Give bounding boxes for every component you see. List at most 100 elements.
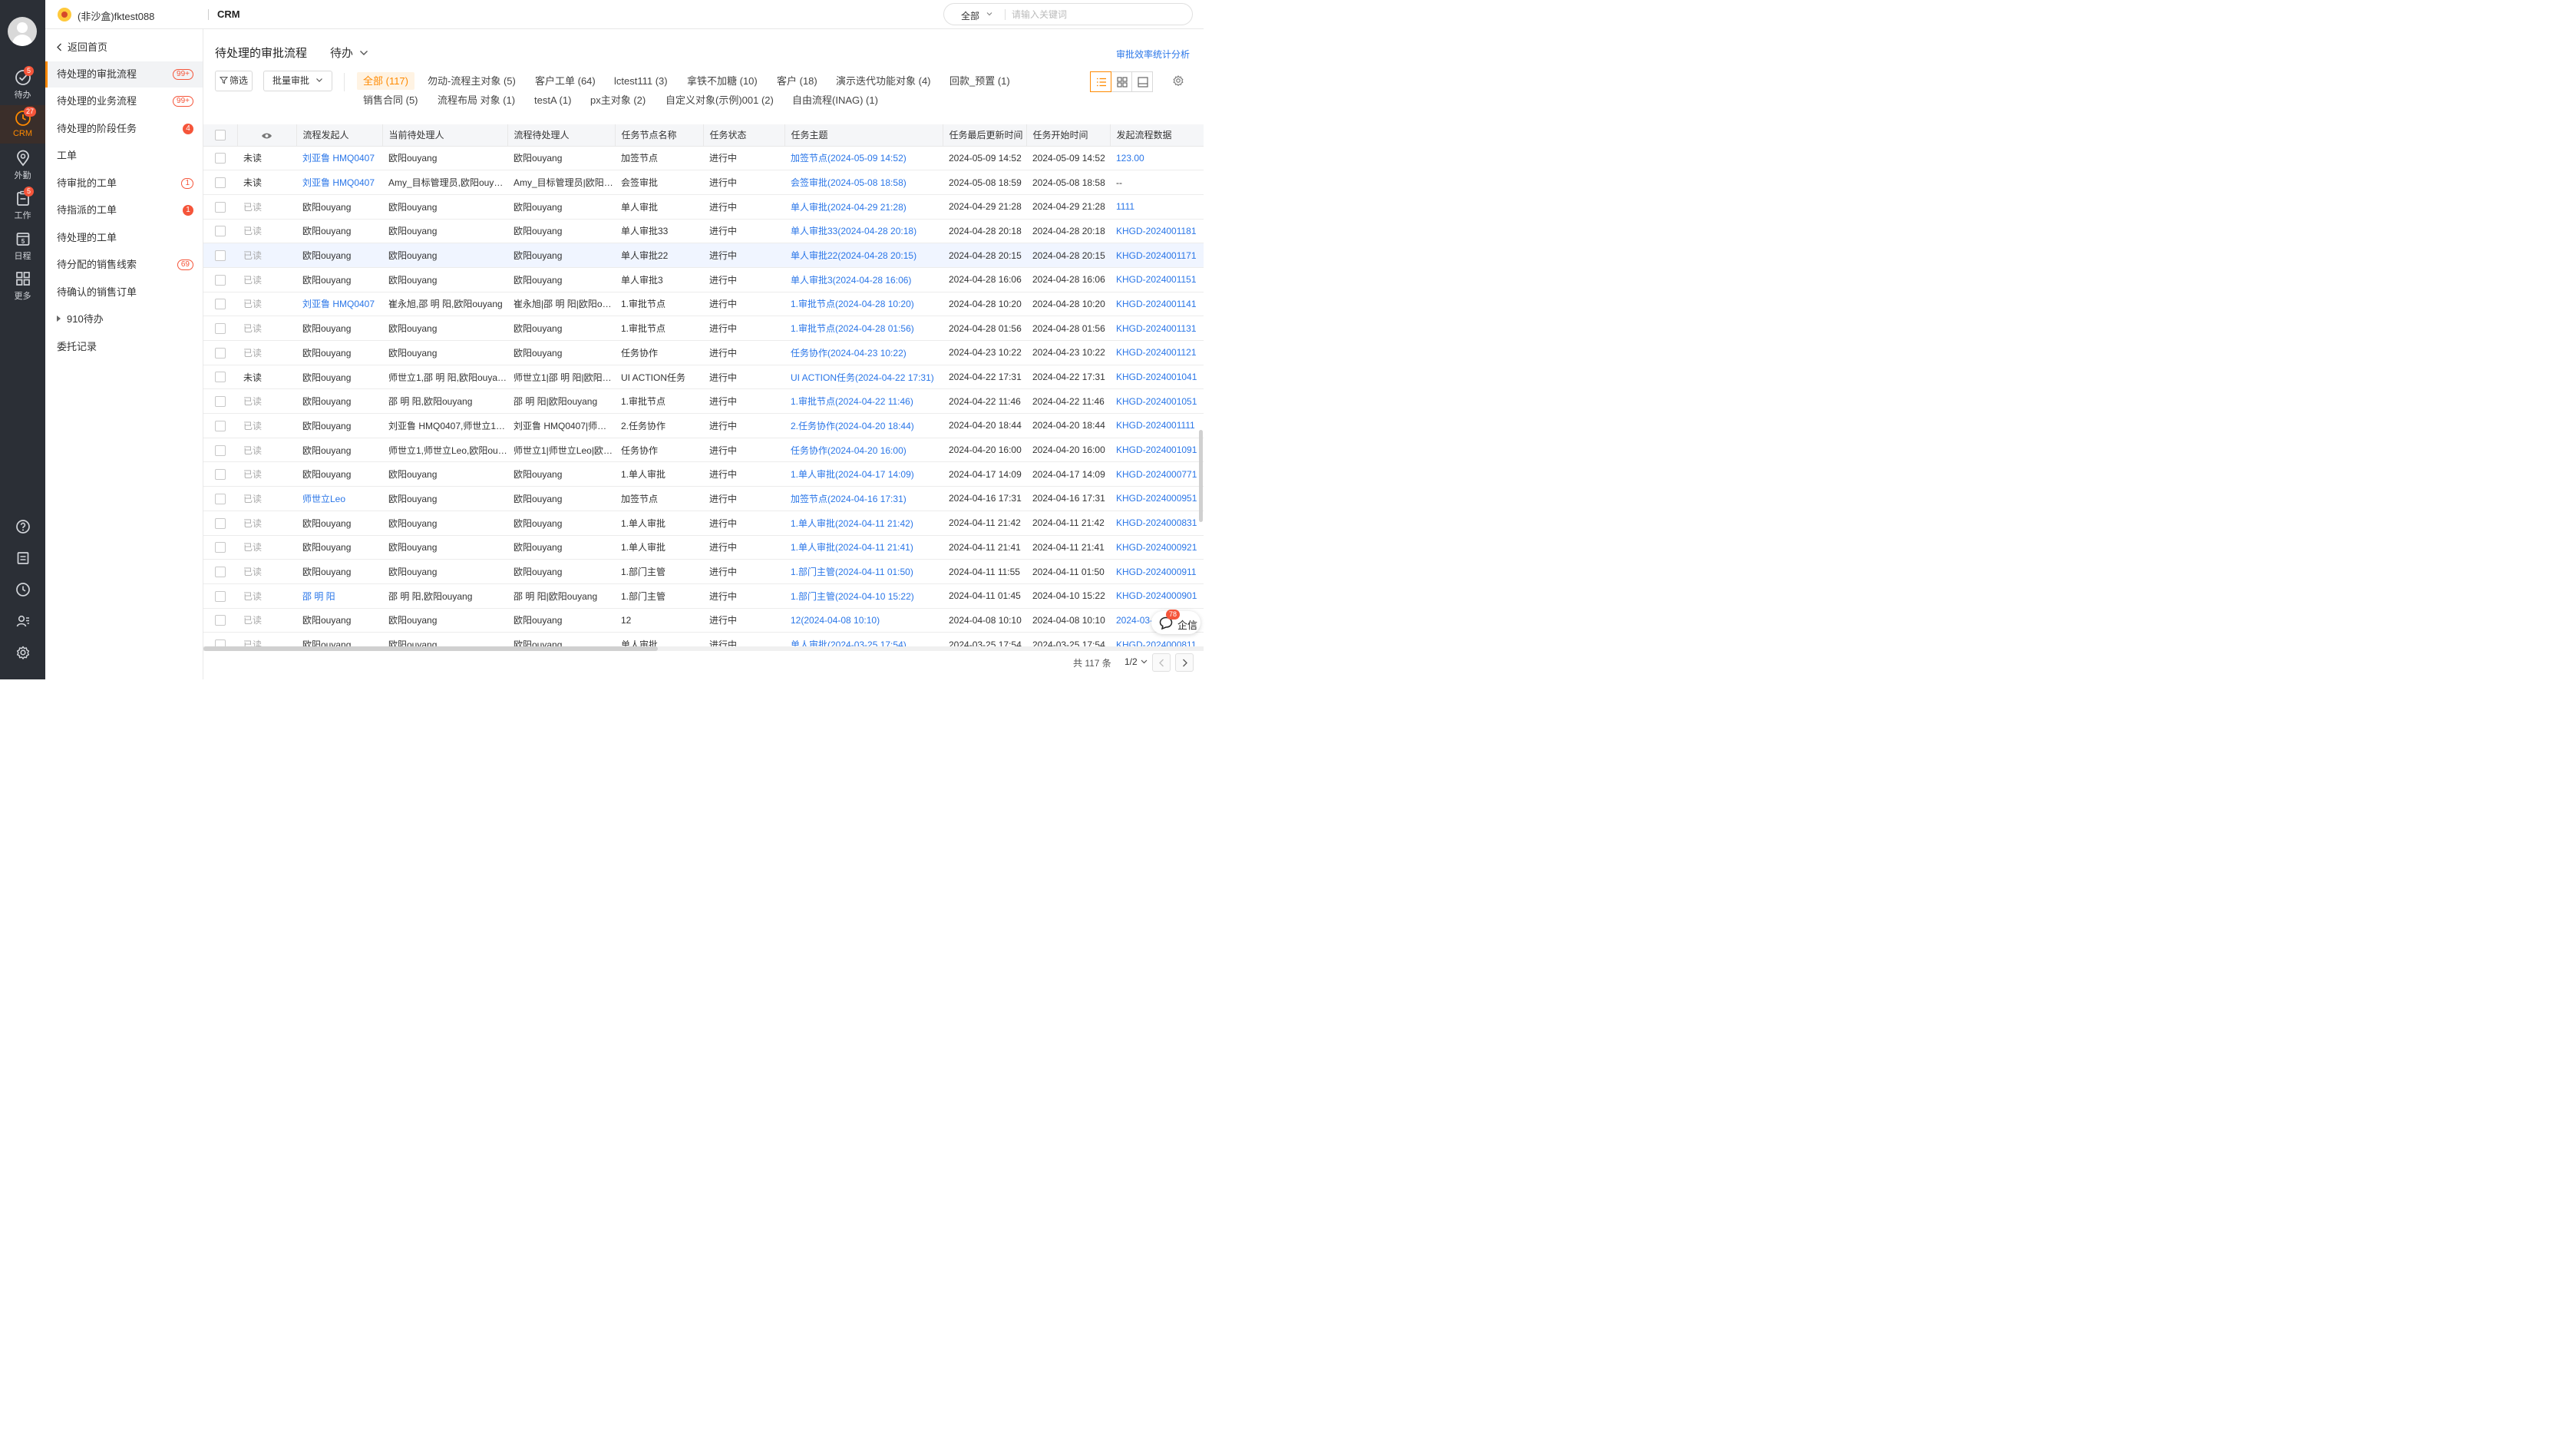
cell-flow-data[interactable]: KHGD-2024001121 (1110, 340, 1204, 365)
table-row[interactable]: 已读 欧阳ouyang 欧阳ouyang 欧阳ouyang 单人审批3 进行中 单人审批3(… (203, 267, 1204, 292)
cell-flow-data[interactable]: KHGD-2024000831 (1110, 511, 1204, 536)
sidebar-item-work-orders[interactable]: 工单 (45, 143, 203, 169)
search-scope-select[interactable]: 全部 (961, 9, 979, 22)
row-checkbox[interactable] (203, 461, 237, 487)
split-view-button[interactable] (1131, 71, 1153, 92)
help-icon[interactable] (0, 519, 45, 537)
history-icon[interactable] (0, 582, 45, 600)
table-row[interactable]: 已读 欧阳ouyang 邵 明 阳,欧阳ouyang 邵 明 阳|欧阳ouyang 1.… (203, 388, 1204, 415)
table-row[interactable]: 已读 欧阳ouyang 欧阳ouyang 欧阳ouyang 单人审批 进行中 单人审批(20… (203, 194, 1204, 220)
next-page-button[interactable] (1175, 653, 1194, 672)
category-tab[interactable]: 自定义对象(示例)001 (2) (659, 91, 780, 109)
column-header[interactable]: 发起流程数据 (1110, 124, 1204, 147)
row-checkbox[interactable] (203, 559, 237, 584)
search-input[interactable] (1012, 8, 1184, 21)
table-row[interactable]: 已读 欧阳ouyang 欧阳ouyang 欧阳ouyang 单人审批22 进行中 单人审批2… (203, 243, 1204, 268)
row-checkbox[interactable] (203, 219, 237, 244)
cell-task-subject[interactable]: 1.审批节点(2024-04-28 01:56) (784, 316, 943, 341)
category-tab[interactable]: 销售合同 (5) (357, 91, 424, 109)
cell-flow-data[interactable]: KHGD-2024000911 (1110, 559, 1204, 584)
cell-initiator[interactable]: 邵 明 阳 (296, 583, 382, 609)
category-tab[interactable]: 自由流程(INAG) (1) (786, 91, 884, 109)
vertical-scrollbar[interactable] (1199, 146, 1203, 645)
rail-item-more[interactable]: 更多 (0, 266, 45, 304)
category-tab[interactable]: px主对象 (2) (584, 91, 652, 109)
sidebar-item-910-todo[interactable]: 910待办 (45, 306, 203, 332)
column-header[interactable]: 任务节点名称 (615, 124, 704, 147)
table-row[interactable]: 未读 欧阳ouyang 师世立1,邵 明 阳,欧阳ouyang 师世立1|邵 明 阳|… (203, 365, 1204, 390)
column-header[interactable]: 任务主题 (784, 124, 943, 147)
category-tab[interactable]: 客户工单 (64) (529, 72, 602, 90)
table-row[interactable]: 已读 刘亚鲁 HMQ0407 崔永旭,邵 明 阳,欧阳ouyang 崔永旭|邵 明 阳… (203, 292, 1204, 317)
cell-flow-data[interactable]: KHGD-2024000771 (1110, 461, 1204, 487)
enterprise-chat-button[interactable]: 78 企信 (1151, 610, 1200, 634)
table-row[interactable]: 已读 欧阳ouyang 师世立1,师世立Leo,欧阳ouyang 师世立1|师世立Le… (203, 438, 1204, 463)
row-checkbox[interactable] (203, 608, 237, 633)
contacts-icon[interactable] (0, 613, 45, 631)
cell-flow-data[interactable]: KHGD-2024000921 (1110, 535, 1204, 560)
back-home-link[interactable]: 返回首页 (56, 39, 107, 54)
category-tab[interactable]: 客户 (18) (771, 72, 824, 90)
table-row[interactable]: 已读邵 明 阳邵 明 阳,欧阳ouyang 邵 明 阳|欧阳ouyang 1.部门主… (203, 583, 1204, 609)
cell-task-subject[interactable]: 单人审批(2024-04-29 21:28) (784, 194, 943, 220)
table-row[interactable]: 已读 欧阳ouyang 欧阳ouyang 欧阳ouyang 单人审批 进行中 单人审批(20… (203, 632, 1204, 646)
settings-icon[interactable] (0, 645, 45, 663)
row-checkbox[interactable] (203, 267, 237, 292)
category-tab[interactable]: testA (1) (528, 91, 577, 109)
cell-flow-data[interactable]: KHGD-2024001171 (1110, 243, 1204, 268)
category-tab[interactable]: lctest111 (3) (608, 72, 674, 90)
table-row[interactable]: 已读 欧阳ouyang 欧阳ouyang 欧阳ouyang 1.审批节点 进行中 1.审批节… (203, 316, 1204, 341)
cell-task-subject[interactable]: 单人审批33(2024-04-28 20:18) (784, 219, 943, 244)
sidebar-item-orders-to-confirm[interactable]: 待确认的销售订单 (45, 279, 203, 306)
caret-right-icon[interactable] (57, 316, 61, 322)
row-checkbox[interactable] (203, 243, 237, 268)
cell-task-subject[interactable]: 单人审批22(2024-04-28 20:15) (784, 243, 943, 268)
table-row[interactable]: 已读 欧阳ouyang 欧阳ouyang 欧阳ouyang 1.部门主管 进行中 1.部门主… (203, 559, 1204, 584)
cell-task-subject[interactable]: 任务协作(2024-04-20 16:00) (784, 438, 943, 463)
row-checkbox[interactable] (203, 486, 237, 511)
sidebar-item-stage-tasks[interactable]: 待处理的阶段任务 4 (45, 116, 203, 142)
tenant-name[interactable]: (非沙盒)fktest088 (78, 8, 154, 23)
cell-task-subject[interactable]: UI ACTION任务(2024-04-22 17:31) (784, 365, 943, 390)
row-checkbox[interactable] (203, 292, 237, 317)
row-checkbox[interactable] (203, 146, 237, 171)
cell-task-subject[interactable]: 单人审批3(2024-04-28 16:06) (784, 267, 943, 292)
cell-task-subject[interactable]: 1.审批节点(2024-04-28 10:20) (784, 292, 943, 317)
efficiency-stats-link[interactable]: 审批效率统计分析 (1116, 48, 1190, 61)
table-row[interactable]: 已读 欧阳ouyang 欧阳ouyang 欧阳ouyang 12 进行中 12(2024-0… (203, 608, 1204, 633)
cell-flow-data[interactable]: KHGD-2024001151 (1110, 267, 1204, 292)
cell-task-subject[interactable]: 1.单人审批(2024-04-11 21:41) (784, 535, 943, 560)
cell-task-subject[interactable]: 2.任务协作(2024-04-20 18:44) (784, 413, 943, 438)
cell-flow-data[interactable]: KHGD-2024000951 (1110, 486, 1204, 511)
cell-initiator[interactable]: 师世立Leo (296, 486, 382, 511)
column-header[interactable]: 任务开始时间 (1026, 124, 1111, 147)
table-row[interactable]: 已读 欧阳ouyang 欧阳ouyang 欧阳ouyang 1.单人审批 进行中 1.单人审… (203, 461, 1204, 487)
batch-approve-button[interactable]: 批量审批 (263, 71, 332, 91)
category-tab[interactable]: 勿动-流程主对象 (5) (421, 72, 522, 90)
column-header[interactable]: 流程发起人 (296, 124, 383, 147)
category-tab[interactable]: 拿铁不加糖 (10) (681, 72, 764, 90)
row-checkbox[interactable] (203, 438, 237, 463)
table-row[interactable]: 未读 刘亚鲁 HMQ0407 欧阳ouyang 欧阳ouyang 加签节点 进行中 加签节点… (203, 146, 1204, 171)
rail-item-crm[interactable]: CRM 27 (0, 105, 45, 144)
row-checkbox[interactable] (203, 340, 237, 365)
row-checkbox[interactable] (203, 535, 237, 560)
select-all-checkbox[interactable] (203, 124, 238, 147)
rail-item-todo[interactable]: 待办 5 (0, 64, 45, 103)
horizontal-scrollbar[interactable] (203, 646, 1204, 651)
column-header[interactable]: 任务状态 (703, 124, 785, 147)
row-checkbox[interactable] (203, 413, 237, 438)
cell-flow-data[interactable]: KHGD-2024000811 (1110, 632, 1204, 646)
sidebar-item-orders-to-assign[interactable]: 待指派的工单 1 (45, 197, 203, 223)
cell-task-subject[interactable]: 加签节点(2024-05-09 14:52) (784, 146, 943, 171)
grid-view-button[interactable] (1111, 71, 1132, 92)
cell-flow-data[interactable]: KHGD-2024001041 (1110, 365, 1204, 390)
cell-flow-data[interactable]: 123.00 (1110, 146, 1204, 171)
cell-flow-data[interactable]: KHGD-2024001141 (1110, 292, 1204, 317)
view-dropdown[interactable]: 待办 (330, 45, 368, 61)
category-tab[interactable]: 演示迭代功能对象 (4) (830, 72, 937, 90)
sidebar-item-orders-to-handle[interactable]: 待处理的工单 (45, 225, 203, 251)
table-row[interactable]: 已读 师世立Leo 欧阳ouyang 欧阳ouyang 加签节点 进行中 加签节点(2024… (203, 486, 1204, 511)
row-checkbox[interactable] (203, 194, 237, 220)
rail-item-work[interactable]: 工作 5 (0, 185, 45, 223)
